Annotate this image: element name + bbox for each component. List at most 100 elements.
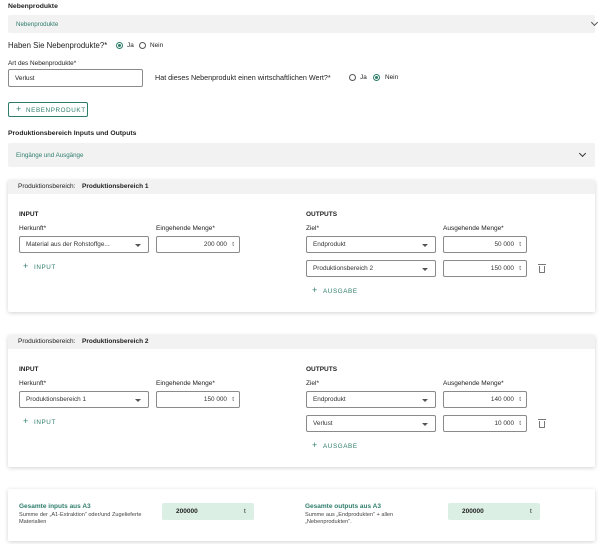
caret-down-icon [422,399,428,402]
byproducts-accordion[interactable]: Nebenprodukte [8,15,599,33]
production-area-header: Produktionsbereich: Produktionsbereich 2 [8,335,595,349]
add-output-label: AUSGABE [323,288,358,295]
total-inputs-desc-line1: Summe der „A1-Extraktion“ oder/und Zugel… [19,512,142,518]
outputs-title: OUTPUTS [306,211,338,218]
unit-label: t [519,396,521,403]
total-outputs-title: Gesamte outputs aus A3 [305,503,381,510]
incoming-amount-field[interactable]: 200 000 t [156,236,240,253]
incoming-amount-label: Eingehende Menge* [156,225,215,232]
unit-label: t [244,508,246,515]
plus-icon: + [23,416,29,426]
outgoing-amount-value: 150 000 [490,265,514,272]
add-input-button[interactable]: + INPUT [23,261,73,273]
output-target-value: Endprodukt [313,396,346,403]
outgoing-amount-field[interactable]: 140 000 t [443,391,527,408]
plus-icon: + [312,440,318,450]
unit-label: t [519,265,521,272]
input-origin-value: Material aus der Rohstoffge... [26,241,110,248]
outgoing-amount-label: Ausgehende Menge* [443,225,504,232]
origin-label: Herkunft* [19,225,47,232]
chevron-down-icon [578,149,587,158]
total-inputs-value: 200000 [176,508,198,515]
incoming-amount-value: 150 000 [203,396,227,403]
value-radio-no[interactable] [373,74,380,81]
production-section-title: Produktionsbereich Inputs und Outputs [8,130,137,137]
add-output-button[interactable]: + AUSGABE [312,440,372,452]
total-outputs-desc-line1: Summe aus „Endprodukten“ + allen [305,512,394,518]
incoming-amount-field[interactable]: 150 000 t [156,391,240,408]
target-label: Ziel* [306,380,320,387]
add-input-label: INPUT [34,264,56,271]
output-target-select[interactable]: Produktionsbereich 2 [306,260,436,277]
output-target-select[interactable]: Endprodukt [306,236,436,253]
delete-output-icon[interactable] [538,264,546,273]
input-title: INPUT [19,211,39,218]
total-inputs-field: 200000 t [162,503,254,520]
unit-label: t [530,508,532,515]
origin-label: Herkunft* [19,380,47,387]
plus-icon: + [23,261,29,271]
totals-card: Gesamte inputs aus A3 Summe der „A1-Extr… [8,489,595,541]
byproducts-section-title: Nebenprodukte [8,3,58,10]
byproducts-question: Haben Sie Nebenprodukte?* [8,41,108,50]
add-byproduct-button[interactable]: + NEBENPRODUKT [8,102,88,117]
add-input-label: INPUT [34,419,56,426]
radio-yes-label: Ja [127,42,134,49]
output-target-value: Verlust [313,420,333,427]
value-question: Hat dieses Nebenprodukt einen wirtschaft… [155,73,331,82]
production-area-header-label: Produktionsbereich: [18,183,76,190]
unit-label: t [232,396,234,403]
byproduct-type-value: Verlust [15,75,35,82]
incoming-amount-label: Eingehende Menge* [156,380,215,387]
outgoing-amount-field[interactable]: 150 000 t [443,260,527,277]
outputs-title: OUTPUTS [306,366,338,373]
production-accordion[interactable]: Eingänge und Ausgänge [8,143,595,167]
radio-no[interactable] [139,42,146,49]
outgoing-amount-value: 50 000 [494,241,514,248]
output-target-value: Endprodukt [313,241,346,248]
byproducts-accordion-label: Nebenprodukte [16,21,59,28]
output-target-select[interactable]: Verlust [306,415,436,432]
input-origin-value: Produktionsbereich 1 [26,396,87,403]
production-area-header-name: Produktionsbereich 2 [82,338,149,345]
value-radio-no-label: Nein [385,74,399,81]
byproduct-type-label: Art des Nebenprodukte* [8,60,77,67]
unit-label: t [519,241,521,248]
target-label: Ziel* [306,225,320,232]
total-outputs-field: 200000 t [448,503,540,520]
outgoing-amount-value: 140 000 [490,396,514,403]
add-byproduct-label: NEBENPRODUKT [26,107,86,114]
plus-icon: + [16,104,22,114]
output-target-select[interactable]: Endprodukt [306,391,436,408]
production-area-card-1: Produktionsbereich: Produktionsbereich 1… [8,180,595,312]
input-origin-select[interactable]: Produktionsbereich 1 [19,391,149,408]
outgoing-amount-label: Ausgehende Menge* [443,380,504,387]
value-radio-yes[interactable] [349,74,356,81]
unit-label: t [519,420,521,427]
byproduct-type-field[interactable]: Verlust [8,69,143,87]
incoming-amount-value: 200 000 [203,241,227,248]
value-radio-yes-label: Ja [360,74,367,81]
total-outputs-desc-line2: „Nebenprodukten“. [305,519,352,525]
production-area-header-name: Produktionsbereich 1 [82,183,149,190]
total-outputs-value: 200000 [462,508,484,515]
input-title: INPUT [19,366,39,373]
chevron-down-icon [590,18,599,27]
caret-down-icon [422,244,428,247]
add-output-label: AUSGABE [323,443,358,450]
plus-icon: + [312,285,318,295]
input-origin-select[interactable]: Material aus der Rohstoffge... [19,236,149,253]
production-area-card-2: Produktionsbereich: Produktionsbereich 2… [8,335,595,467]
add-input-button[interactable]: + INPUT [23,416,73,428]
production-area-header-label: Produktionsbereich: [18,338,76,345]
total-inputs-title: Gesamte inputs aus A3 [19,503,91,510]
outgoing-amount-field[interactable]: 10 000 t [443,415,527,432]
caret-down-icon [422,423,428,426]
total-inputs-desc-line2: Materialien [19,519,47,525]
output-target-value: Produktionsbereich 2 [313,265,374,272]
outgoing-amount-field[interactable]: 50 000 t [443,236,527,253]
radio-no-label: Nein [150,42,164,49]
delete-output-icon[interactable] [538,419,546,428]
add-output-button[interactable]: + AUSGABE [312,285,372,297]
radio-yes[interactable] [116,42,123,49]
